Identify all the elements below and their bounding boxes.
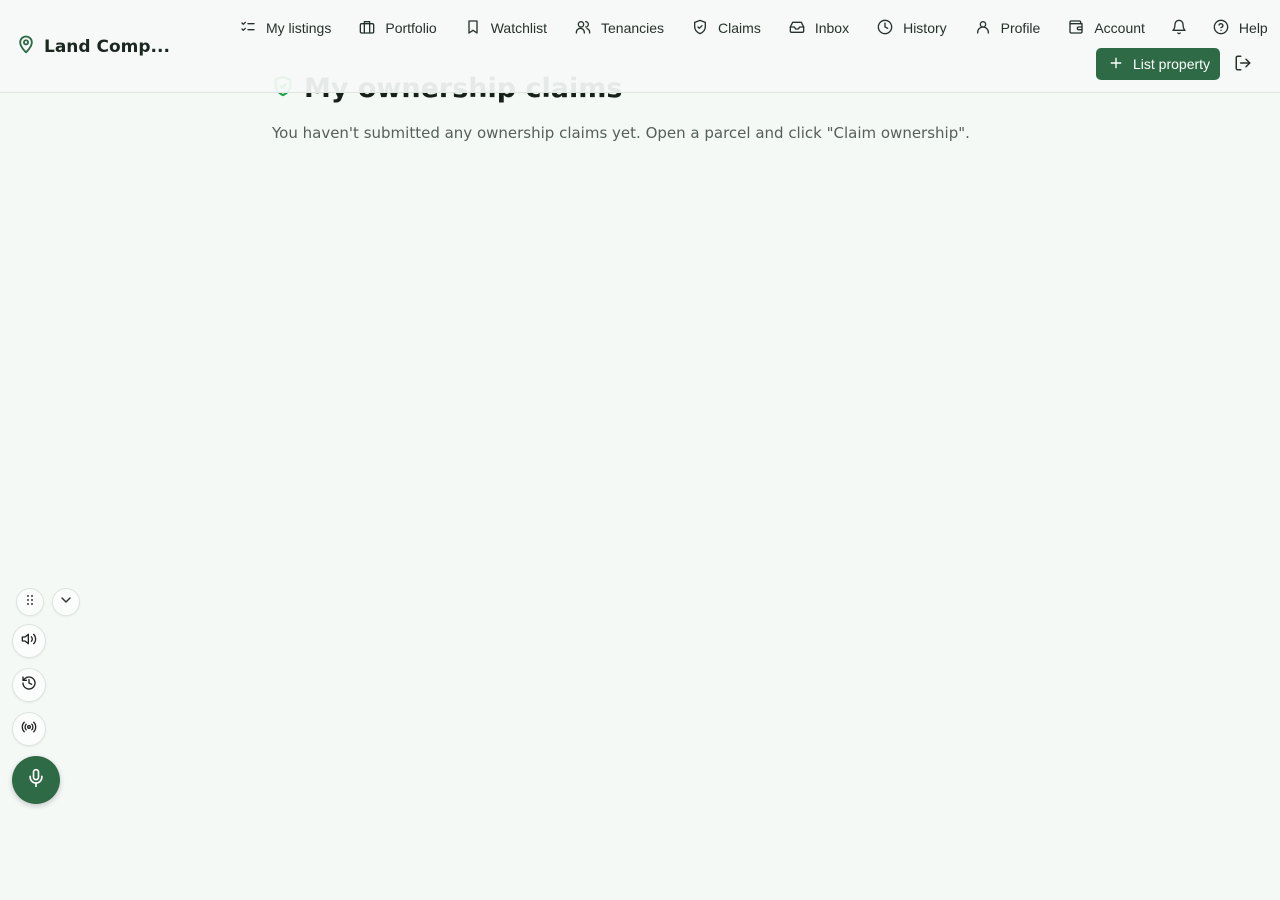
brand-logo[interactable]: Land Comp... bbox=[16, 34, 170, 59]
microphone-icon bbox=[26, 768, 46, 792]
inbox-icon bbox=[789, 19, 805, 38]
map-pin-icon bbox=[16, 34, 36, 59]
user-icon bbox=[975, 19, 991, 38]
nav-item-tenancies[interactable]: Tenancies bbox=[561, 12, 678, 44]
drag-handle[interactable] bbox=[16, 588, 44, 616]
nav-item-account[interactable]: Account bbox=[1054, 12, 1159, 44]
microphone-button[interactable] bbox=[12, 756, 60, 804]
chevron-down-icon bbox=[58, 592, 74, 612]
notifications-button[interactable] bbox=[1159, 12, 1199, 44]
nav-item-my-listings[interactable]: My listings bbox=[226, 12, 345, 44]
nav-label: Tenancies bbox=[601, 20, 665, 36]
history-button[interactable] bbox=[12, 668, 46, 702]
collapse-toolbar-button[interactable] bbox=[52, 588, 80, 616]
wallet-icon bbox=[1068, 19, 1084, 38]
nav-item-watchlist[interactable]: Watchlist bbox=[451, 12, 561, 44]
nav-label: Inbox bbox=[814, 20, 850, 36]
nav-label: Claims bbox=[718, 20, 761, 36]
brand-name: Land Comp... bbox=[44, 36, 170, 57]
help-circle-icon bbox=[1213, 19, 1229, 38]
list-property-button[interactable]: List property bbox=[1096, 48, 1220, 80]
history-icon bbox=[21, 675, 37, 695]
clock-icon bbox=[877, 19, 893, 38]
broadcast-button[interactable] bbox=[12, 712, 46, 746]
speaker-button[interactable] bbox=[12, 624, 46, 658]
bell-icon bbox=[1171, 19, 1187, 38]
nav-label: Portfolio bbox=[385, 20, 437, 36]
nav-label: Watchlist bbox=[490, 20, 547, 36]
speaker-icon bbox=[21, 631, 37, 651]
nav-label: Account bbox=[1094, 20, 1145, 36]
list-checks-icon bbox=[240, 19, 256, 38]
top-header: Land Comp... My listings Portfolio Watch… bbox=[0, 0, 1280, 93]
grip-icon bbox=[22, 592, 38, 612]
bookmark-icon bbox=[465, 19, 481, 38]
broadcast-icon bbox=[21, 719, 37, 739]
log-out-icon bbox=[1234, 55, 1252, 76]
nav-label: My listings bbox=[266, 20, 332, 36]
nav-item-claims[interactable]: Claims bbox=[678, 12, 775, 44]
plus-icon bbox=[1109, 56, 1123, 73]
users-icon bbox=[575, 19, 591, 38]
list-property-label: List property bbox=[1133, 56, 1211, 72]
nav-item-inbox[interactable]: Inbox bbox=[775, 12, 863, 44]
empty-state-message: You haven't submitted any ownership clai… bbox=[272, 124, 970, 142]
main-nav: My listings Portfolio Watchlist Tenancie… bbox=[226, 12, 1280, 44]
nav-item-help[interactable]: Help bbox=[1199, 12, 1280, 44]
nav-item-profile[interactable]: Profile bbox=[961, 12, 1055, 44]
shield-check-icon bbox=[692, 19, 708, 38]
nav-label: Help bbox=[1238, 20, 1268, 36]
nav-label: History bbox=[903, 20, 947, 36]
nav-item-history[interactable]: History bbox=[863, 12, 961, 44]
nav-item-portfolio[interactable]: Portfolio bbox=[345, 12, 450, 44]
briefcase-icon bbox=[359, 19, 375, 38]
nav-label: Profile bbox=[1000, 20, 1041, 36]
logout-button[interactable] bbox=[1234, 54, 1254, 74]
